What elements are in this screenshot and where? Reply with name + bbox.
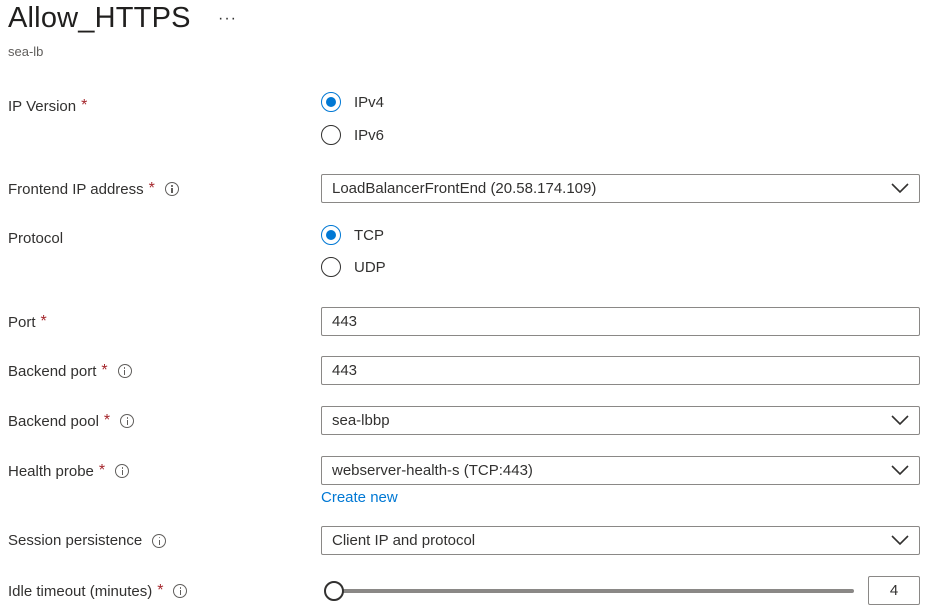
required-asterisk: * <box>148 180 155 197</box>
port-input[interactable]: 443 <box>321 307 920 336</box>
backend-pool-dropdown[interactable]: sea-lbbp <box>321 406 920 435</box>
protocol-label-text: Protocol <box>8 230 64 247</box>
required-asterisk: * <box>101 362 108 379</box>
radio-udp[interactable]: UDP <box>321 257 386 277</box>
health-probe-dropdown[interactable]: webserver-health-s (TCP:443) <box>321 456 920 485</box>
session-persistence-label: Session persistence <box>8 532 167 549</box>
radio-circle-icon <box>321 225 341 245</box>
port-label-text: Port <box>8 313 36 331</box>
info-icon[interactable] <box>115 464 130 478</box>
radio-label: IPv6 <box>354 126 385 144</box>
backend-port-label-text: Backend port <box>8 362 97 380</box>
required-asterisk: * <box>98 462 106 479</box>
ip-version-label-text: IP Version <box>8 97 77 115</box>
info-icon[interactable] <box>164 182 179 196</box>
radio-label: TCP <box>354 226 384 244</box>
backend-pool-label-text: Backend pool <box>8 412 99 430</box>
idle-timeout-label-text: Idle timeout (minutes) <box>8 582 153 600</box>
idle-timeout-input[interactable]: 4 <box>868 576 920 605</box>
frontend-ip-dropdown[interactable]: LoadBalancerFrontEnd (20.58.174.109) <box>321 174 920 203</box>
create-new-link[interactable]: Create new <box>321 489 398 506</box>
radio-ipv4[interactable]: IPv4 <box>321 92 384 112</box>
required-asterisk: * <box>157 582 164 599</box>
required-asterisk: * <box>81 97 88 114</box>
backend-port-label: Backend port * <box>8 362 132 380</box>
dropdown-value: webserver-health-s (TCP:443) <box>332 462 533 479</box>
chevron-down-icon <box>891 465 909 476</box>
radio-circle-icon <box>321 92 341 112</box>
radio-circle-icon <box>321 257 341 277</box>
backend-port-input[interactable]: 443 <box>321 356 920 385</box>
dropdown-value: Client IP and protocol <box>332 532 476 549</box>
page-title: Allow_HTTPS <box>8 2 191 34</box>
idle-timeout-slider-track[interactable] <box>334 589 854 593</box>
radio-label: UDP <box>354 258 386 276</box>
frontend-ip-label-text: Frontend IP address <box>8 180 144 198</box>
idle-timeout-label: Idle timeout (minutes) * <box>8 582 188 600</box>
chevron-down-icon <box>891 183 909 194</box>
radio-tcp[interactable]: TCP <box>321 225 384 245</box>
info-icon[interactable] <box>120 414 135 428</box>
required-asterisk: * <box>103 412 111 429</box>
input-value: 443 <box>332 313 358 330</box>
more-actions-button[interactable]: ··· <box>218 10 237 28</box>
port-label: Port * <box>8 313 47 331</box>
radio-ipv6[interactable]: IPv6 <box>321 125 384 145</box>
chevron-down-icon <box>891 535 909 546</box>
chevron-down-icon <box>891 415 909 426</box>
protocol-label: Protocol <box>8 230 63 247</box>
radio-label: IPv4 <box>354 93 385 111</box>
session-persistence-dropdown[interactable]: Client IP and protocol <box>321 526 920 555</box>
backend-pool-label: Backend pool * <box>8 412 135 430</box>
idle-timeout-slider-thumb[interactable] <box>324 581 344 601</box>
session-persistence-label-text: Session persistence <box>8 532 143 549</box>
input-value: 443 <box>332 362 358 379</box>
info-icon[interactable] <box>152 533 167 548</box>
dropdown-value: sea-lbbp <box>332 412 390 429</box>
info-icon[interactable] <box>117 364 132 378</box>
radio-circle-icon <box>321 125 341 145</box>
required-asterisk: * <box>40 313 47 330</box>
ip-version-label: IP Version * <box>8 97 87 115</box>
dropdown-value: LoadBalancerFrontEnd (20.58.174.109) <box>332 180 597 197</box>
frontend-ip-label: Frontend IP address * <box>8 180 179 198</box>
health-probe-label: Health probe * <box>8 462 130 480</box>
input-value: 4 <box>889 582 899 599</box>
info-icon[interactable] <box>173 584 188 598</box>
health-probe-label-text: Health probe <box>8 462 94 480</box>
page-subtitle: sea-lb <box>8 44 44 59</box>
